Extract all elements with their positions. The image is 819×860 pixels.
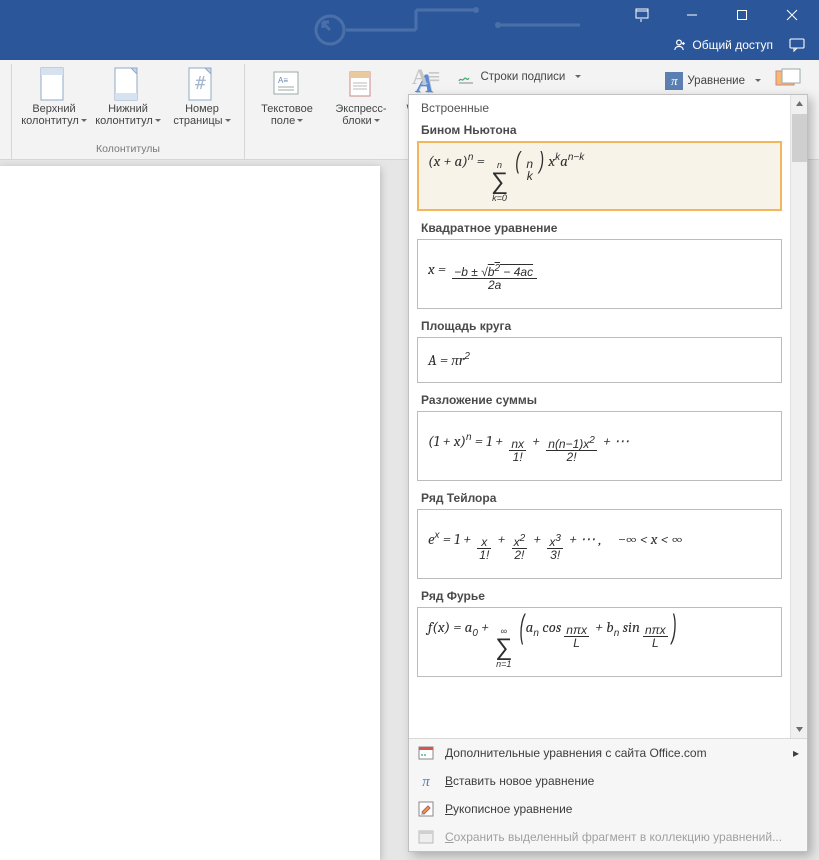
equation-title: Разложение суммы [417, 389, 782, 411]
ribbon-group-headers: Верхний колонтитул Нижний колонтитул # Н… [12, 64, 245, 159]
equation-fourier[interactable]: f(x) = a0 + ∞∑n=1 (an cosnπxL + bn sinnπ… [417, 607, 782, 677]
svg-text:#: # [195, 73, 206, 94]
pagenumber-button[interactable]: # Номер страницы [166, 64, 238, 130]
equation-binomial[interactable]: (x + a)n = n∑k=0 (nk) xkan−k [417, 141, 782, 211]
gallery-footer: Дополнительные уравнения с сайта Office.… [409, 738, 807, 851]
save-selection-icon [417, 828, 435, 846]
pi-icon: π [417, 772, 435, 790]
comments-icon[interactable] [789, 38, 805, 52]
document-page[interactable] [0, 166, 380, 860]
equation-title: Ряд Фурье [417, 585, 782, 607]
share-bar: Общий доступ [0, 30, 819, 60]
chevron-right-icon: ▸ [793, 746, 799, 760]
scroll-down-icon[interactable] [791, 721, 807, 738]
signatureline-button[interactable]: Строки подписи [454, 66, 585, 88]
title-bar [0, 0, 819, 30]
equation-title: Ряд Тейлора [417, 487, 782, 509]
equation-title: Бином Ньютона [417, 119, 782, 141]
footer-button[interactable]: Нижний колонтитул [92, 64, 164, 130]
close-icon[interactable] [769, 1, 815, 29]
save-to-gallery-button: Сохранить выделенный фрагмент в коллекци… [409, 823, 807, 851]
dropcap-icon[interactable]: A≡ [412, 64, 440, 90]
equation-circle-area[interactable]: A = πr2 [417, 337, 782, 383]
svg-text:A≡: A≡ [278, 76, 288, 85]
ribbon-options-icon[interactable] [619, 1, 665, 29]
gallery-header: Встроенные [415, 97, 784, 119]
equation-quadratic[interactable]: x = −b ± √b2 − 4ac 2a [417, 239, 782, 309]
ink-icon [417, 800, 435, 818]
equation-binomial-series[interactable]: (1 + x)n = 1 + nx1! + n(n−1)x22! + ⋯ [417, 411, 782, 481]
scroll-thumb[interactable] [792, 114, 807, 162]
pi-icon: π [665, 72, 683, 90]
equation-title: Квадратное уравнение [417, 217, 782, 239]
quickparts-button[interactable]: Экспресс- блоки [325, 64, 397, 130]
share-label: Общий доступ [692, 38, 773, 52]
minimize-icon[interactable] [669, 1, 715, 29]
more-equations-button[interactable]: Дополнительные уравнения с сайта Office.… [409, 739, 807, 767]
equation-taylor[interactable]: ex = 1 + x1! + x22! + x33! + ⋯ , −∞ < x … [417, 509, 782, 579]
share-button[interactable]: Общий доступ [672, 38, 773, 52]
equation-title: Площадь круга [417, 315, 782, 337]
header-button[interactable]: Верхний колонтитул [18, 64, 90, 130]
equation-button[interactable]: π Уравнение [659, 70, 767, 92]
textbox-button[interactable]: A≡ Текстовое поле [251, 64, 323, 130]
maximize-icon[interactable] [719, 1, 765, 29]
signature-icon [458, 69, 474, 85]
object-icon[interactable] [775, 68, 801, 93]
insert-equation-button[interactable]: π Вставить новое уравнение [409, 767, 807, 795]
office-icon [417, 744, 435, 762]
gallery-scrollbar[interactable] [790, 95, 807, 738]
ink-equation-button[interactable]: Рукописное уравнение [409, 795, 807, 823]
group-label-text [350, 143, 353, 157]
group-label-headers: Колонтитулы [96, 143, 160, 157]
equation-gallery: Встроенные Бином Ньютона (x + a)n = n∑k=… [408, 94, 808, 852]
scroll-up-icon[interactable] [791, 95, 807, 112]
